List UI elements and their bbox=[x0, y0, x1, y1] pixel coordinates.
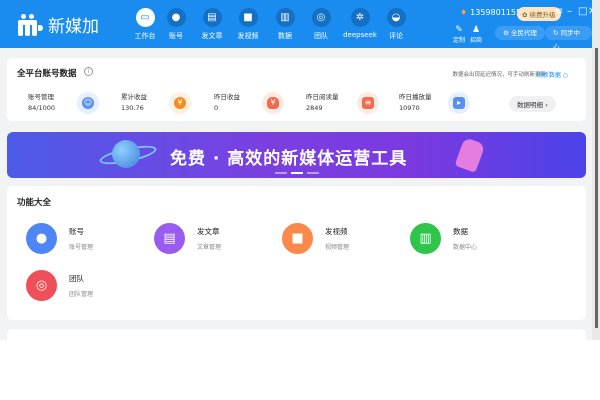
account-icon: ☺ bbox=[77, 92, 99, 114]
top-bar: 新媒加 ▭ 工作台 ● 账号 ▤ 发文章 ■ 发视频 ▥ 数据 ◎ 团队 ✲ deepseek… bbox=[0, 0, 596, 51]
app-logo: 新媒加 bbox=[18, 12, 99, 37]
agent-icon: ⚙ bbox=[503, 29, 511, 37]
gift-label: 招商 bbox=[469, 37, 482, 44]
logo-icon bbox=[18, 13, 44, 36]
team-icon: ◎ bbox=[26, 270, 57, 301]
chart-icon: ▥ bbox=[275, 8, 295, 27]
function-title: 发文章 bbox=[197, 227, 220, 236]
chart-icon: ▥ bbox=[410, 223, 441, 254]
document-icon: ▤ bbox=[202, 8, 222, 27]
stat-value: 84/1000 bbox=[28, 104, 56, 112]
gift-icon: ♟ bbox=[471, 25, 481, 35]
minimize-icon[interactable]: – bbox=[567, 6, 572, 17]
main-content: 全平台账号数据 i 数据会出现延迟情况，可手动刷新更新 刷新数据 ○ 账号管理 8… bbox=[0, 48, 592, 349]
stat-yesterday-income[interactable]: 昨日收益 0 bbox=[214, 91, 240, 112]
nav-comment[interactable]: ◒ 评论 bbox=[378, 0, 414, 48]
function-subtitle: 团队管理 bbox=[69, 291, 94, 298]
info-icon[interactable]: i bbox=[84, 67, 93, 76]
overview-card: 全平台账号数据 i 数据会出现延迟情况，可手动刷新更新 刷新数据 ○ 账号管理 8… bbox=[7, 58, 586, 121]
user-icon: ● bbox=[166, 8, 186, 27]
menu-icon[interactable]: ≡ bbox=[555, 6, 563, 17]
maximize-icon[interactable]: □ bbox=[578, 6, 587, 17]
promo-banner[interactable]: 免费 · 高效的新媒体运营工具 bbox=[7, 132, 586, 178]
stat-yesterday-reads[interactable]: 昨日阅读量 2849 bbox=[306, 91, 339, 112]
stat-label: 昨日播放量 bbox=[399, 93, 432, 101]
article-icon: ≡ bbox=[357, 92, 379, 114]
refresh-data-link[interactable]: 刷新数据 ○ bbox=[537, 70, 568, 79]
planet-illustration bbox=[112, 140, 140, 168]
function-subtitle: 文章管理 bbox=[197, 244, 222, 251]
stat-yesterday-plays[interactable]: 昨日播放量 10970 bbox=[399, 91, 432, 112]
play-icon: ▸ bbox=[448, 92, 470, 114]
functions-card: 功能大全 ● 账号账号管理 ▤ 发文章文章管理 ■ 发视频视频管理 ▥ 数据数据中心 ◎… bbox=[7, 186, 586, 320]
stat-value: 10970 bbox=[399, 104, 420, 112]
team-icon: ◎ bbox=[311, 8, 331, 27]
scrollbar-thumb[interactable] bbox=[595, 48, 598, 328]
delay-hint: 数据会出现延迟情况，可手动刷新更新 bbox=[452, 72, 546, 78]
video-icon: ■ bbox=[238, 8, 258, 27]
banner-title: 免费 · 高效的新媒体运营工具 bbox=[170, 149, 408, 169]
monitor-icon: ▭ bbox=[135, 8, 155, 27]
stat-value: 130.76 bbox=[121, 104, 144, 112]
astronaut-illustration bbox=[454, 137, 486, 173]
upgrade-label: 续费升级 bbox=[529, 11, 556, 19]
agent-button[interactable]: ⚙ 全民代理 bbox=[495, 26, 545, 40]
sync-button[interactable]: ↻ 同步中心 bbox=[545, 26, 592, 51]
function-subtitle: 视频管理 bbox=[325, 244, 350, 251]
function-subtitle: 数据中心 bbox=[453, 244, 478, 251]
stat-label: 昨日阅读量 bbox=[306, 93, 339, 101]
bottom-card bbox=[7, 329, 586, 349]
gift-button[interactable]: ♟ 招商 bbox=[466, 25, 486, 44]
scrollbar[interactable] bbox=[592, 0, 600, 340]
function-data[interactable]: ▥ 数据数据中心 bbox=[410, 223, 477, 254]
upgrade-button[interactable]: ✿ 续费升级 bbox=[517, 7, 561, 21]
stat-total-income[interactable]: 累计收益 130.76 bbox=[121, 91, 147, 112]
agent-label: 全民代理 bbox=[510, 29, 537, 37]
function-title: 数据 bbox=[453, 227, 468, 236]
overview-title: 全平台账号数据 bbox=[17, 69, 77, 79]
stat-label: 账号管理 bbox=[28, 93, 54, 101]
function-team[interactable]: ◎ 团队团队管理 bbox=[26, 270, 93, 301]
crown-icon: ✿ bbox=[522, 11, 530, 19]
carousel-dot[interactable] bbox=[275, 172, 287, 174]
functions-title: 功能大全 bbox=[17, 198, 52, 208]
data-detail-button[interactable]: 数据明细 › bbox=[509, 96, 556, 112]
function-video[interactable]: ■ 发视频视频管理 bbox=[282, 223, 349, 254]
stat-value: 0 bbox=[214, 104, 219, 112]
comment-icon: ◒ bbox=[386, 8, 406, 27]
nav-team[interactable]: ◎ 团队 bbox=[303, 0, 339, 48]
vip-icon: ♦ bbox=[460, 8, 468, 17]
user-icon: ● bbox=[26, 223, 57, 254]
stat-label: 累计收益 bbox=[121, 93, 147, 101]
carousel-dot[interactable] bbox=[291, 172, 303, 174]
stat-value: 2849 bbox=[306, 104, 323, 112]
nav-label: 评论 bbox=[389, 32, 403, 40]
function-title: 团队 bbox=[69, 274, 84, 283]
coin-icon: ¥ bbox=[169, 92, 191, 114]
carousel-dots[interactable] bbox=[275, 172, 319, 174]
video-icon: ■ bbox=[282, 223, 313, 254]
function-account[interactable]: ● 账号账号管理 bbox=[26, 223, 93, 254]
stat-accounts[interactable]: 账号管理 84/1000 bbox=[28, 91, 55, 112]
money-bag-icon: ¥ bbox=[262, 92, 284, 114]
deepseek-icon: ✲ bbox=[350, 8, 370, 27]
function-title: 发视频 bbox=[325, 227, 348, 236]
function-title: 账号 bbox=[69, 227, 84, 236]
stat-label: 昨日收益 bbox=[214, 93, 240, 101]
function-article[interactable]: ▤ 发文章文章管理 bbox=[154, 223, 221, 254]
app-name: 新媒加 bbox=[48, 17, 99, 37]
refresh-label: 刷新数据 bbox=[536, 72, 561, 79]
sync-icon: ↻ bbox=[553, 29, 561, 37]
function-subtitle: 账号管理 bbox=[69, 244, 94, 251]
refresh-icon: ○ bbox=[562, 72, 568, 79]
document-icon: ▤ bbox=[154, 223, 185, 254]
carousel-dot[interactable] bbox=[307, 172, 319, 174]
